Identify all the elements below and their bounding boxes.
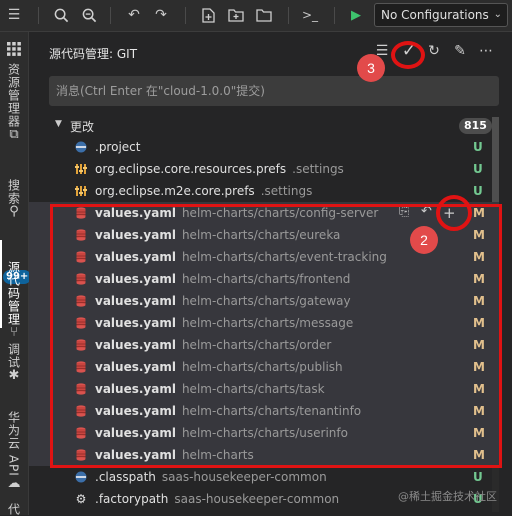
changes-count-badge: 815	[459, 118, 492, 134]
activity-source-control[interactable]: 源代码管理 ⑂	[0, 258, 28, 340]
toolbar-separator	[185, 7, 186, 24]
files-icon: ⧉	[9, 127, 19, 142]
search-label: 搜索	[6, 179, 21, 205]
file-name: org.eclipse.m2e.core.prefs .settings	[95, 184, 313, 198]
new-folder-icon[interactable]	[226, 5, 246, 25]
more-label: 代	[6, 503, 21, 516]
top-toolbar: ☰ ↶ ↷ >_ ▶ No Configurations ⌄	[0, 0, 512, 32]
commit-message-input[interactable]: 消息(Ctrl Enter 在"cloud-1.0.0"提交)	[49, 76, 499, 106]
more-actions-icon[interactable]: ⋯	[476, 41, 496, 61]
search-icon: ⚲	[9, 204, 19, 219]
run-icon[interactable]: ▶	[346, 5, 366, 25]
undo-icon[interactable]: ↶	[124, 5, 144, 25]
edit-pencil-icon[interactable]: ✎	[450, 41, 470, 61]
file-path: saas-housekeeper-common	[174, 492, 340, 506]
run-configuration-select[interactable]: No Configurations ⌄	[374, 3, 508, 27]
settings-file-icon	[74, 162, 88, 176]
redo-icon[interactable]: ↷	[151, 5, 171, 25]
activity-search[interactable]: 搜索 ⚲	[0, 176, 28, 219]
eclipse-file-icon	[74, 470, 88, 484]
activity-huawei-cloud-api[interactable]: 华为云 API ☁	[0, 408, 28, 491]
gear-file-icon: ⚙	[75, 492, 87, 506]
panel-title: 源代码管理: GIT	[49, 47, 138, 61]
terminal-icon[interactable]: >_	[300, 5, 320, 25]
changes-group-header[interactable]: ▼ 更改 815	[29, 116, 499, 136]
eclipse-file-icon	[74, 140, 88, 154]
file-row[interactable]: org.eclipse.core.resources.prefs .setting…	[29, 158, 499, 180]
file-status: U	[473, 162, 483, 176]
annotation-number-badge: 3	[357, 54, 385, 82]
apps-grid-icon	[7, 42, 21, 60]
run-configuration-value: No Configurations	[381, 8, 489, 22]
chevron-down-icon: ⌄	[493, 9, 502, 20]
file-name: .classpath saas-housekeeper-common	[95, 470, 327, 484]
hamburger-menu-icon[interactable]: ☰	[4, 5, 24, 25]
open-folder-icon[interactable]	[254, 5, 274, 25]
explorer-label: 资源管理器	[6, 63, 21, 128]
activity-explorer[interactable]: 资源管理器 ⧉	[0, 42, 28, 142]
toolbar-separator	[110, 7, 111, 24]
file-row[interactable]: .classpath saas-housekeeper-common U	[29, 466, 499, 488]
cloud-api-label: 华为云 API	[6, 411, 21, 477]
file-path: .settings	[260, 184, 313, 198]
search-icon[interactable]	[51, 5, 71, 25]
annotation-number-badge: 2	[410, 226, 438, 254]
watermark: @稀土掘金技术社区	[398, 490, 497, 503]
debug-label: 调试	[6, 343, 21, 369]
file-status: U	[473, 184, 483, 198]
activity-bar: 资源管理器 ⧉ 搜索 ⚲ 99+ 源代码管理 ⑂ 调试 ✱ 华为云 API ☁ …	[0, 32, 32, 516]
toolbar-separator	[334, 7, 335, 24]
git-branch-icon: ⑂	[10, 325, 18, 340]
file-path: .settings	[292, 162, 344, 176]
annotation-circle-stage	[436, 195, 472, 231]
annotation-circle-commit	[391, 41, 425, 69]
file-path: saas-housekeeper-common	[161, 470, 327, 484]
activity-debug[interactable]: 调试 ✱	[0, 340, 28, 383]
file-name: .project	[95, 140, 141, 154]
changes-group-label: 更改	[70, 120, 95, 134]
source-control-label: 源代码管理	[6, 261, 21, 326]
file-name: .factorypath saas-housekeeper-common	[95, 492, 340, 506]
chevron-down-icon: ▼	[55, 119, 62, 129]
debug-icon: ✱	[8, 368, 20, 383]
file-row[interactable]: org.eclipse.m2e.core.prefs .settings U	[29, 180, 499, 202]
toolbar-separator	[38, 7, 39, 24]
file-status: U	[473, 470, 483, 484]
toolbar-separator	[288, 7, 289, 24]
refresh-icon[interactable]: ↻	[424, 41, 444, 61]
file-row[interactable]: .project U	[29, 136, 499, 158]
new-file-icon[interactable]	[198, 5, 218, 25]
cloud-icon: ☁	[7, 475, 21, 491]
zoom-search-icon[interactable]	[79, 5, 99, 25]
settings-file-icon	[74, 184, 88, 198]
activity-more[interactable]: 代	[0, 500, 28, 516]
file-status: U	[473, 140, 483, 154]
file-name: org.eclipse.core.resources.prefs .setting…	[95, 162, 344, 176]
